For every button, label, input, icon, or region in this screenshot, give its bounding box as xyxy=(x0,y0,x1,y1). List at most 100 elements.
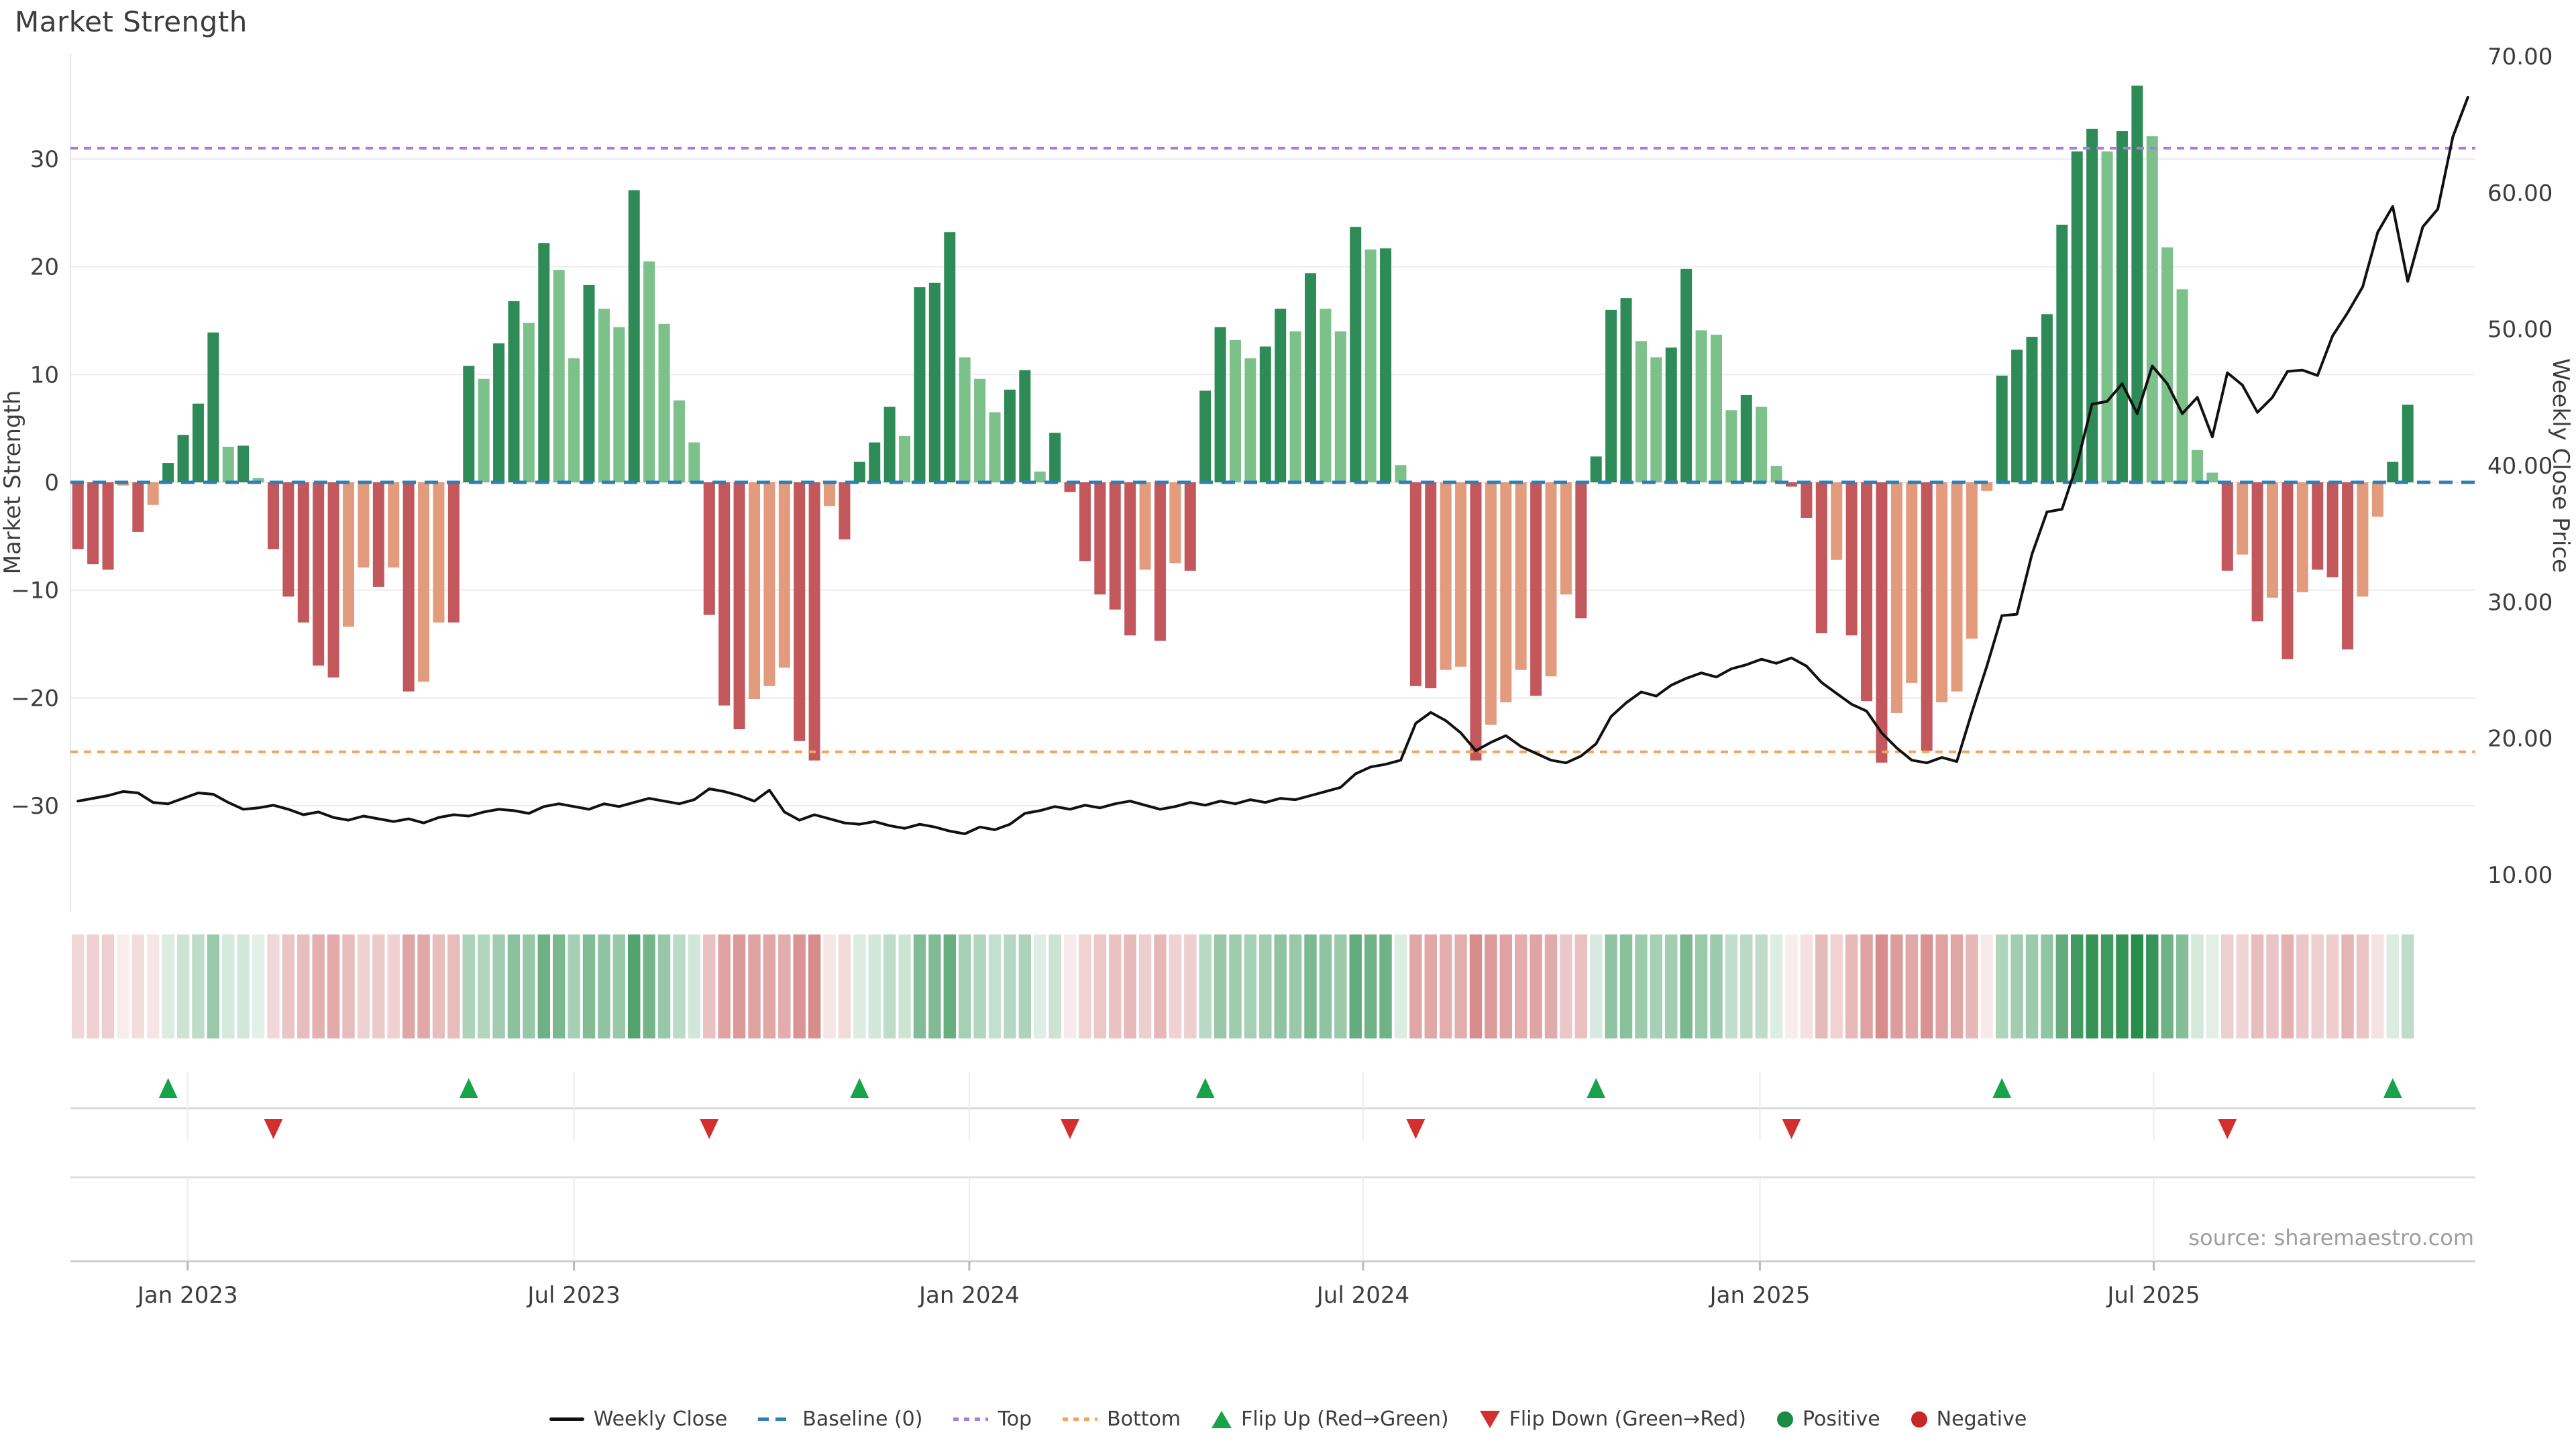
flip-down-marker xyxy=(1782,1119,1801,1139)
heatmap-cell xyxy=(1966,934,1978,1038)
strength-bar-negative xyxy=(749,482,760,699)
heatmap-cell xyxy=(1500,934,1512,1038)
strength-bar-negative xyxy=(2372,482,2383,517)
x-axis-tick-label: Jul 2024 xyxy=(1316,1282,1409,1309)
heatmap-cell xyxy=(763,934,775,1038)
legend-item-bottom[interactable]: Bottom xyxy=(1063,1407,1181,1431)
heatmap-cell xyxy=(2071,934,2083,1038)
legend-label: Bottom xyxy=(1107,1407,1181,1431)
strength-bar-positive xyxy=(1680,269,1692,482)
positive-dot-icon xyxy=(1777,1411,1793,1428)
heatmap-cell xyxy=(2056,934,2068,1038)
strength-bar-positive xyxy=(1244,358,1256,482)
heatmap-cell xyxy=(1921,934,1933,1038)
strength-bar-positive xyxy=(1034,472,1046,482)
x-axis-tick-label: Jul 2023 xyxy=(526,1282,620,1309)
strength-bar-positive xyxy=(523,323,535,482)
legend-item-weekly-close[interactable]: Weekly Close xyxy=(549,1407,728,1431)
strength-bar-negative xyxy=(1079,482,1091,561)
strength-bar-negative xyxy=(343,482,354,627)
legend-label: Flip Down (Green→Red) xyxy=(1509,1407,1746,1431)
heatmap-cell xyxy=(102,934,114,1038)
flip-up-marker xyxy=(1992,1078,2011,1098)
strength-bar-negative xyxy=(433,482,444,623)
strength-bar-positive xyxy=(2056,225,2068,482)
heatmap-cell xyxy=(2371,934,2383,1038)
strength-bar-negative xyxy=(1846,482,1858,635)
strength-bar-positive xyxy=(193,404,204,482)
legend-label: Weekly Close xyxy=(594,1407,728,1431)
strength-bar-negative xyxy=(2267,482,2278,598)
heatmap-cell xyxy=(944,934,956,1038)
heatmap-cell xyxy=(959,934,971,1038)
strength-bar-positive xyxy=(1380,248,1391,482)
heatmap-cell xyxy=(673,934,685,1038)
strength-bar-positive xyxy=(162,463,174,482)
heatmap-cell xyxy=(313,934,325,1038)
strength-bar-negative xyxy=(1485,482,1497,725)
heatmap-cell xyxy=(1079,934,1091,1038)
heatmap-cell xyxy=(478,934,490,1038)
heatmap-cell xyxy=(1529,934,1542,1038)
legend-item-positive[interactable]: Positive xyxy=(1777,1407,1880,1431)
heatmap-cell xyxy=(1981,934,1993,1038)
heatmap-cell xyxy=(1831,934,1843,1038)
strength-bar-positive xyxy=(869,443,880,482)
strength-bar-negative xyxy=(282,482,294,596)
strength-bar-positive xyxy=(1350,227,1361,482)
strength-bar-positive xyxy=(674,400,685,482)
left-axis-title: Market Strength xyxy=(0,390,26,575)
legend-item-baseline[interactable]: Baseline (0) xyxy=(758,1407,922,1431)
strength-bar-positive xyxy=(2027,337,2038,482)
heatmap-cell xyxy=(928,934,941,1038)
heatmap-cell xyxy=(989,934,1001,1038)
heatmap-cell xyxy=(568,934,580,1038)
strength-bar-positive xyxy=(1049,433,1061,482)
strength-bar-positive xyxy=(854,462,865,482)
strength-bar-positive xyxy=(1650,358,1662,482)
heatmap-cell xyxy=(417,934,429,1038)
strength-bar-positive xyxy=(1365,250,1377,482)
heatmap-cell xyxy=(147,934,159,1038)
strength-bar-negative xyxy=(1470,482,1481,761)
strength-bar-negative xyxy=(448,482,460,623)
legend-item-flip-up[interactable]: Flip Up (Red→Green) xyxy=(1212,1407,1448,1431)
strength-bar-positive xyxy=(2041,314,2053,482)
heatmap-cell xyxy=(523,934,535,1038)
heatmap-cell xyxy=(1650,934,1662,1038)
strength-bar-positive xyxy=(989,413,1000,482)
source-note: source: sharemaestro.com xyxy=(2188,1225,2474,1250)
market-strength-chart[interactable]: 3020100−10−20−30Market Strength70.0060.0… xyxy=(0,0,2576,1449)
heatmap-cell xyxy=(643,934,655,1038)
strength-bar-negative xyxy=(268,482,279,549)
strength-bar-positive xyxy=(584,285,595,482)
left-axis-tick-label: 20 xyxy=(30,254,59,281)
legend-item-negative[interactable]: Negative xyxy=(1911,1407,2027,1431)
strength-bar-positive xyxy=(508,301,519,482)
heatmap-cell xyxy=(1124,934,1136,1038)
strength-bar-positive xyxy=(643,262,655,482)
heatmap-cell xyxy=(1229,934,1241,1038)
strength-bar-negative xyxy=(718,482,730,706)
heatmap-cell xyxy=(538,934,550,1038)
strength-bar-positive xyxy=(1230,340,1241,482)
strength-bar-positive xyxy=(553,270,565,482)
flip-up-marker xyxy=(1196,1078,1215,1098)
legend-item-flip-down[interactable]: Flip Down (Green→Red) xyxy=(1480,1407,1746,1431)
heatmap-cell xyxy=(402,934,415,1038)
strength-bar-negative xyxy=(1185,482,1196,571)
strength-bar-positive xyxy=(659,324,670,482)
strength-bar-negative xyxy=(1921,482,1933,751)
heatmap-cell xyxy=(1320,934,1332,1038)
heatmap-cell xyxy=(1725,934,1737,1038)
heatmap-cell xyxy=(492,934,504,1038)
heatmap-cell xyxy=(1094,934,1106,1038)
heatmap-cell xyxy=(508,934,520,1038)
right-axis-tick-label: 20.00 xyxy=(2487,726,2553,753)
strength-bar-negative xyxy=(1440,482,1452,670)
legend-item-top[interactable]: Top xyxy=(953,1407,1032,1431)
strength-bar-negative xyxy=(2327,482,2339,577)
strength-bar-negative xyxy=(2237,482,2248,555)
heatmap-cell xyxy=(2251,934,2263,1038)
strength-bar-positive xyxy=(2072,152,2083,482)
